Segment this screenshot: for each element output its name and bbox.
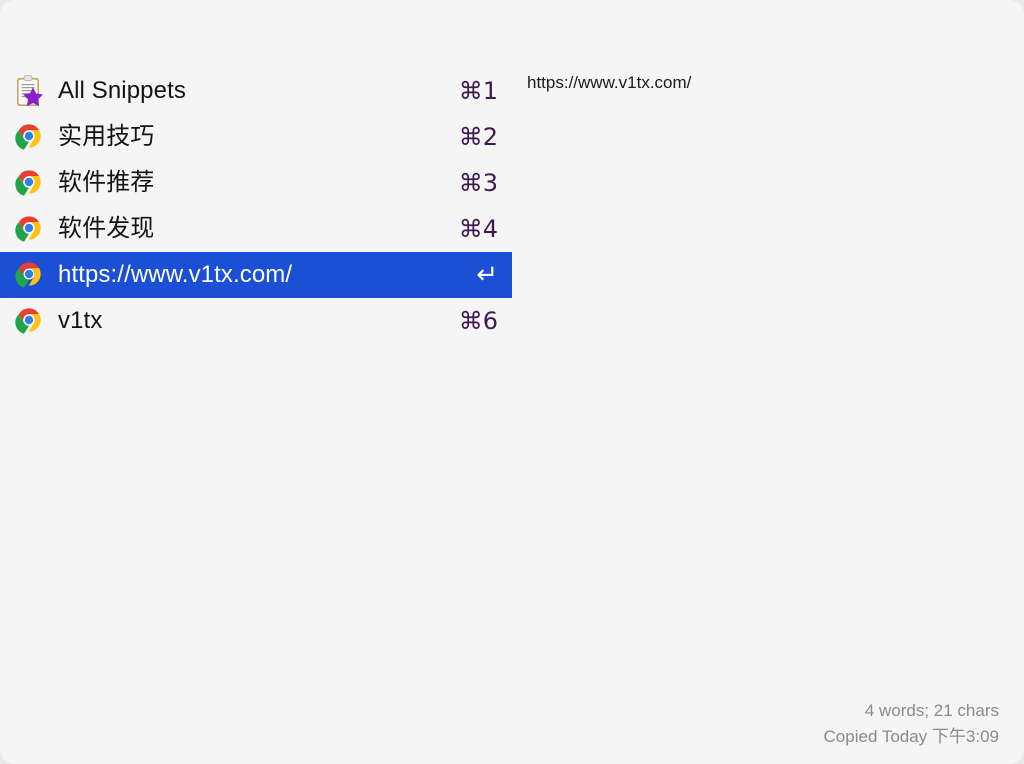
clipboard-star-icon	[12, 75, 48, 113]
list-item-label: All Snippets	[58, 77, 186, 104]
list-item-label: 软件推荐	[58, 169, 155, 196]
return-key-icon: ↵	[476, 260, 498, 290]
list-item-shortcut: ⌘2	[458, 123, 498, 151]
list-item[interactable]: v1tx ⌘6	[0, 298, 512, 344]
list-item-shortcut: ⌘6	[458, 307, 498, 335]
snippets-window: All Snippets ⌘1 实用技巧 ⌘2 软件推荐 ⌘3 软件发现 ⌘4 https://…	[0, 0, 1024, 764]
list-item[interactable]: https://www.v1tx.com/ ↵	[0, 252, 512, 298]
list-item-label: v1tx	[58, 307, 103, 334]
list-item-shortcut: ⌘1	[458, 77, 498, 105]
snippets-list: All Snippets ⌘1 实用技巧 ⌘2 软件推荐 ⌘3 软件发现 ⌘4 https://…	[0, 68, 512, 344]
footer: 4 words; 21 chars Copied Today 下午3:09	[824, 698, 999, 750]
list-item-label: https://www.v1tx.com/	[58, 261, 293, 288]
list-item-label: 实用技巧	[58, 123, 155, 150]
preview-pane: https://www.v1tx.com/	[527, 70, 1000, 96]
list-item-icon	[12, 303, 48, 339]
list-item-label: 软件发现	[58, 215, 155, 242]
list-item-shortcut: ⌘3	[458, 169, 498, 197]
list-item[interactable]: 实用技巧 ⌘2	[0, 114, 512, 160]
list-item[interactable]: 软件发现 ⌘4	[0, 206, 512, 252]
footer-stats: 4 words; 21 chars	[864, 701, 999, 720]
footer-copied-time: Copied Today 下午3:09	[823, 727, 999, 746]
list-item-icon	[12, 73, 48, 109]
list-item[interactable]: All Snippets ⌘1	[0, 68, 512, 114]
list-item-icon	[12, 119, 48, 155]
list-item-shortcut: ⌘4	[458, 215, 498, 243]
list-item-icon	[12, 165, 48, 201]
list-item-icon	[12, 211, 48, 247]
list-item-icon	[12, 257, 48, 293]
list-item[interactable]: 软件推荐 ⌘3	[0, 160, 512, 206]
preview-text: https://www.v1tx.com/	[527, 73, 692, 92]
